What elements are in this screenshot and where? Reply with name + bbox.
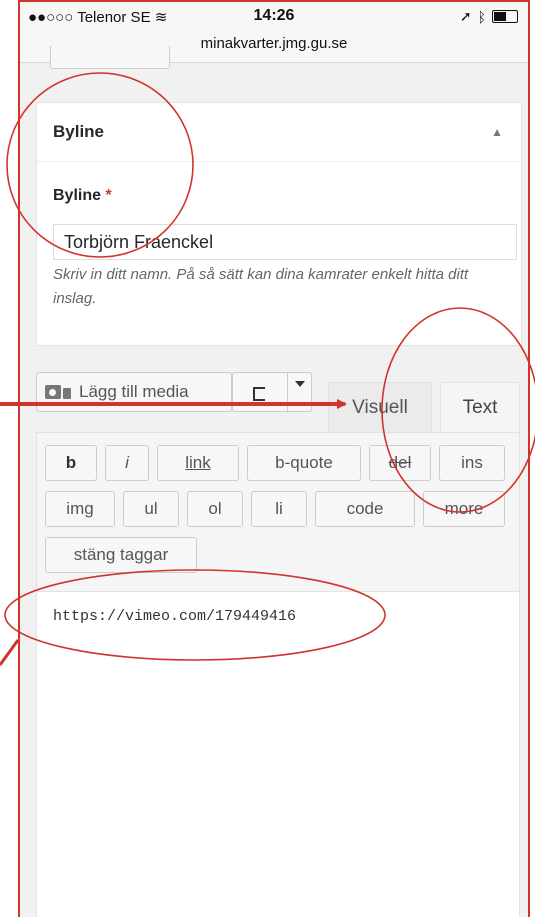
quicktag-li-button[interactable]: li <box>251 491 307 527</box>
shortcode-button[interactable] <box>232 372 312 413</box>
shortcode-dropdown-icon[interactable] <box>287 373 311 413</box>
editor-content: https://vimeo.com/179449416 <box>53 608 297 625</box>
quicktag-ul-button[interactable]: ul <box>123 491 179 527</box>
quicktag-bquote-button[interactable]: b-quote <box>247 445 361 481</box>
collapse-toggle-icon[interactable]: ▲ <box>491 125 503 139</box>
clock: 14:26 <box>253 7 295 24</box>
quicktag-bold-button[interactable]: b <box>45 445 97 481</box>
location-arrow-icon: ➚ <box>459 8 472 24</box>
add-media-label: Lägg till media <box>79 382 189 401</box>
battery-icon <box>492 10 518 23</box>
bluetooth-icon: ᛒ <box>477 8 486 25</box>
tab-visual[interactable]: Visuell <box>328 382 432 432</box>
tab-text[interactable]: Text <box>440 382 520 432</box>
annotation-line-url <box>0 639 20 666</box>
quicktags-toolbar: b i link b-quote del ins img ul ol li co… <box>36 432 520 592</box>
byline-panel-title: Byline <box>53 122 105 141</box>
editor-textarea[interactable]: https://vimeo.com/179449416 <box>36 592 520 917</box>
quicktag-ol-button[interactable]: ol <box>187 491 243 527</box>
quicktag-code-button[interactable]: code <box>315 491 415 527</box>
quicktag-img-button[interactable]: img <box>45 491 115 527</box>
add-media-icon <box>45 383 71 401</box>
byline-panel: Byline ▲ Byline * Skriv in ditt namn. På… <box>36 102 522 346</box>
byline-field-label: Byline * <box>53 187 112 204</box>
byline-input[interactable] <box>53 224 517 260</box>
shortcode-icon <box>253 387 265 401</box>
quicktag-ins-button[interactable]: ins <box>439 445 505 481</box>
quicktag-del-button[interactable]: del <box>369 445 431 481</box>
byline-description: Skriv in ditt namn. På så sätt kan dina … <box>53 266 469 307</box>
byline-panel-header[interactable]: Byline ▲ <box>37 103 521 162</box>
required-mark: * <box>105 187 112 204</box>
phone-screen: ●●○○○ Telenor SE ≋ 14:26 minakvarter.jmg… <box>18 0 530 917</box>
quicktag-link-button[interactable]: link <box>157 445 239 481</box>
add-media-button[interactable]: Lägg till media <box>36 372 232 412</box>
quicktag-italic-button[interactable]: i <box>105 445 149 481</box>
previous-section-button[interactable] <box>50 46 170 69</box>
quicktag-more-button[interactable]: more <box>423 491 505 527</box>
status-icons: ➚ ᛒ <box>460 8 518 25</box>
quicktag-close-tags-button[interactable]: stäng taggar <box>45 537 197 573</box>
